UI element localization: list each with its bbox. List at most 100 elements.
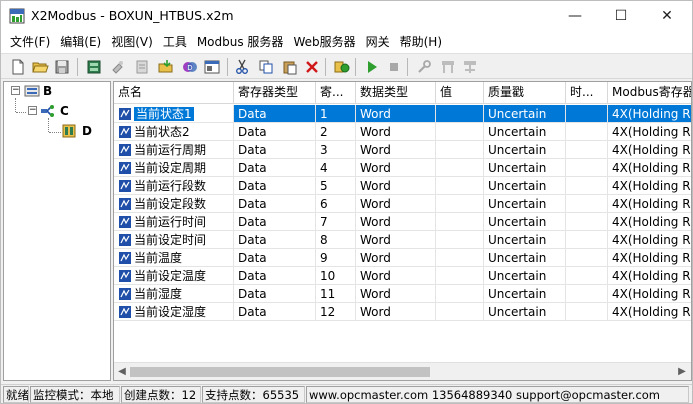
table-row[interactable]: 当前设定时间 Data 8 Word Uncertain 4X(Holding R [114,231,691,249]
cell-data-type: Word [356,123,436,141]
cell-name: 当前运行时间 [114,213,234,231]
cell-value [436,105,484,123]
tag-icon [119,216,131,228]
table-row[interactable]: 当前设定温度 Data 10 Word Uncertain 4X(Holding R [114,267,691,285]
new-file-icon[interactable] [9,58,27,76]
menu-help[interactable]: 帮助(H) [395,32,447,52]
run-icon[interactable] [363,58,381,76]
tag-name: 当前状态2 [134,125,190,139]
column-header-name[interactable]: 点名 [114,82,234,103]
table-row[interactable]: 当前状态2 Data 2 Word Uncertain 4X(Holding R [114,123,691,141]
copy-icon[interactable] [257,58,275,76]
device-tree[interactable]: − B − C D [3,81,111,381]
tag-config-icon[interactable] [333,58,351,76]
cell-quality: Uncertain [484,213,566,231]
menu-view[interactable]: 视图(V) [106,32,158,52]
table-row[interactable]: 当前设定段数 Data 6 Word Uncertain 4X(Holding R [114,195,691,213]
tree-collapse-toggle[interactable]: − [28,106,37,115]
table-row[interactable]: 当前设定周期 Data 4 Word Uncertain 4X(Holding R [114,159,691,177]
table-row[interactable]: 当前运行时间 Data 7 Word Uncertain 4X(Holding R [114,213,691,231]
column-header-quality[interactable]: 质量戳 [484,82,566,103]
cell-time [566,177,608,195]
table-row[interactable]: 当前设定湿度 Data 12 Word Uncertain 4X(Holding R [114,303,691,321]
status-monitor-mode: 监控模式：本地 [30,386,120,403]
cell-register-type: Data [234,249,316,267]
cell-value [436,231,484,249]
paste-icon[interactable] [281,58,299,76]
table-row[interactable]: 当前温度 Data 9 Word Uncertain 4X(Holding R [114,249,691,267]
title-bar[interactable]: X2Modbus - BOXUN_HTBUS.x2m — ☐ ✕ [1,1,692,31]
cell-time [566,105,608,123]
cell-name: 当前设定周期 [114,159,234,177]
delete-icon[interactable] [303,58,321,76]
tag-icon [119,234,131,246]
cell-register: 1 [316,105,356,123]
scroll-left-arrow-icon[interactable]: ◀ [116,366,128,378]
table-row[interactable]: 当前状态1 Data 1 Word Uncertain 4X(Holding R [114,105,691,123]
column-header-register[interactable]: 寄... [316,82,356,103]
column-header-time[interactable]: 时... [566,82,608,103]
wrench-icon[interactable] [415,58,433,76]
cell-data-type: Word [356,231,436,249]
tree-collapse-toggle[interactable]: − [11,86,20,95]
menu-gateway[interactable]: 网关 [361,32,395,52]
cell-quality: Uncertain [484,105,566,123]
menu-tools[interactable]: 工具 [158,32,192,52]
open-folder-icon[interactable] [31,58,49,76]
new-tag-icon[interactable] [133,58,151,76]
column-header-modbus-register[interactable]: Modbus寄存器 [608,82,691,103]
tree-node-b[interactable]: B [24,84,52,98]
tree-node-d[interactable]: D [62,124,92,138]
tag-icon [119,198,131,210]
cell-quality: Uncertain [484,123,566,141]
cell-value [436,195,484,213]
cell-value [436,159,484,177]
menu-web-server[interactable]: Web服务器 [288,32,360,52]
properties-icon[interactable] [203,58,221,76]
cell-register: 11 [316,285,356,303]
cell-register-type: Data [234,213,316,231]
cell-register-type: Data [234,159,316,177]
cell-quality: Uncertain [484,177,566,195]
gateway-a-icon[interactable] [439,58,457,76]
cell-modbus-register: 4X(Holding R [608,141,691,159]
stop-icon[interactable] [385,58,403,76]
server-icon [24,85,40,97]
import-icon[interactable] [157,58,175,76]
multi-tag-icon[interactable]: D [181,58,199,76]
cell-register: 4 [316,159,356,177]
menu-file[interactable]: 文件(F) [5,32,55,52]
cell-name: 当前状态2 [114,123,234,141]
device-icon[interactable] [85,58,103,76]
cell-modbus-register: 4X(Holding R [608,213,691,231]
table-row[interactable]: 当前运行周期 Data 3 Word Uncertain 4X(Holding R [114,141,691,159]
close-button[interactable]: ✕ [644,1,690,31]
column-header-data-type[interactable]: 数据类型 [356,82,436,103]
cell-register-type: Data [234,231,316,249]
svg-text:D: D [187,64,192,72]
scroll-right-arrow-icon[interactable]: ▶ [676,366,688,378]
cell-quality: Uncertain [484,231,566,249]
table-row[interactable]: 当前运行段数 Data 5 Word Uncertain 4X(Holding R [114,177,691,195]
tag-name: 当前湿度 [134,287,183,301]
cell-time [566,123,608,141]
cut-icon[interactable] [233,58,251,76]
maximize-button[interactable]: ☐ [598,1,644,31]
tree-node-c[interactable]: C [40,104,69,118]
status-bar: 就绪 监控模式：本地 创建点数：12 支持点数：65535 www.opcmas… [1,384,692,403]
save-icon[interactable] [53,58,71,76]
table-row[interactable]: 当前湿度 Data 11 Word Uncertain 4X(Holding R [114,285,691,303]
minimize-button[interactable]: — [552,1,598,31]
column-header-value[interactable]: 值 [436,82,484,103]
cell-register-type: Data [234,105,316,123]
tag-list[interactable]: 点名 寄存器类型 寄... 数据类型 值 质量戳 时... Modbus寄存器 … [113,81,692,381]
scrollbar-thumb[interactable] [130,367,430,377]
gateway-b-icon[interactable] [461,58,479,76]
menu-edit[interactable]: 编辑(E) [55,32,106,52]
tree-connector [15,98,16,112]
menu-modbus-server[interactable]: Modbus 服务器 [192,32,289,52]
column-header-register-type[interactable]: 寄存器类型 [234,82,316,103]
cell-register: 8 [316,231,356,249]
new-group-icon[interactable] [109,58,127,76]
horizontal-scrollbar[interactable]: ◀ ▶ [114,362,691,380]
